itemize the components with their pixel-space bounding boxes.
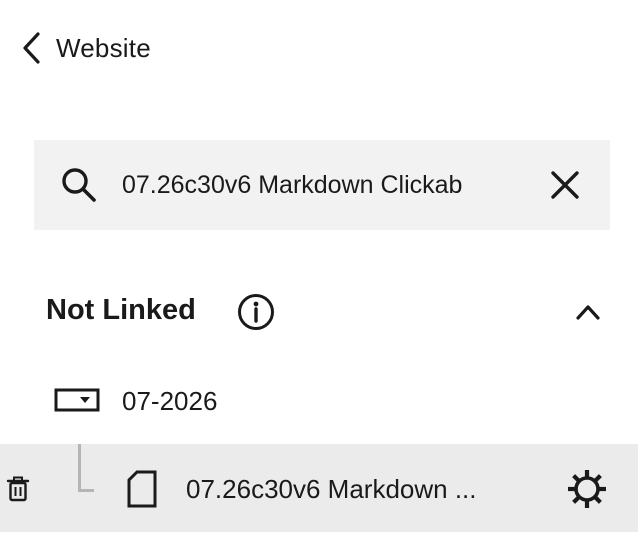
chevron-up-icon[interactable] bbox=[574, 300, 602, 324]
page-label: 07.26c30v6 Markdown ... bbox=[186, 474, 477, 504]
folder-item[interactable]: 07-2026 bbox=[54, 378, 454, 422]
trash-icon[interactable] bbox=[6, 476, 30, 502]
search-icon bbox=[60, 166, 98, 204]
not-linked-section-header: Not Linked bbox=[46, 288, 606, 336]
info-icon[interactable] bbox=[236, 292, 276, 332]
page-item[interactable]: 07.26c30v6 Markdown ... bbox=[0, 444, 638, 532]
search-box bbox=[34, 140, 610, 230]
chevron-left-icon[interactable] bbox=[20, 28, 46, 68]
folder-label: 07-2026 bbox=[122, 386, 218, 416]
header-title[interactable]: Website bbox=[56, 33, 151, 64]
back-to-website[interactable]: Website bbox=[20, 28, 151, 68]
folder-dropdown-icon bbox=[54, 386, 100, 414]
search-input[interactable] bbox=[122, 165, 522, 205]
tree-connector bbox=[78, 444, 94, 492]
gear-icon[interactable] bbox=[566, 468, 608, 510]
section-title: Not Linked bbox=[46, 294, 196, 326]
page-icon bbox=[126, 470, 158, 508]
close-icon[interactable] bbox=[548, 168, 582, 202]
